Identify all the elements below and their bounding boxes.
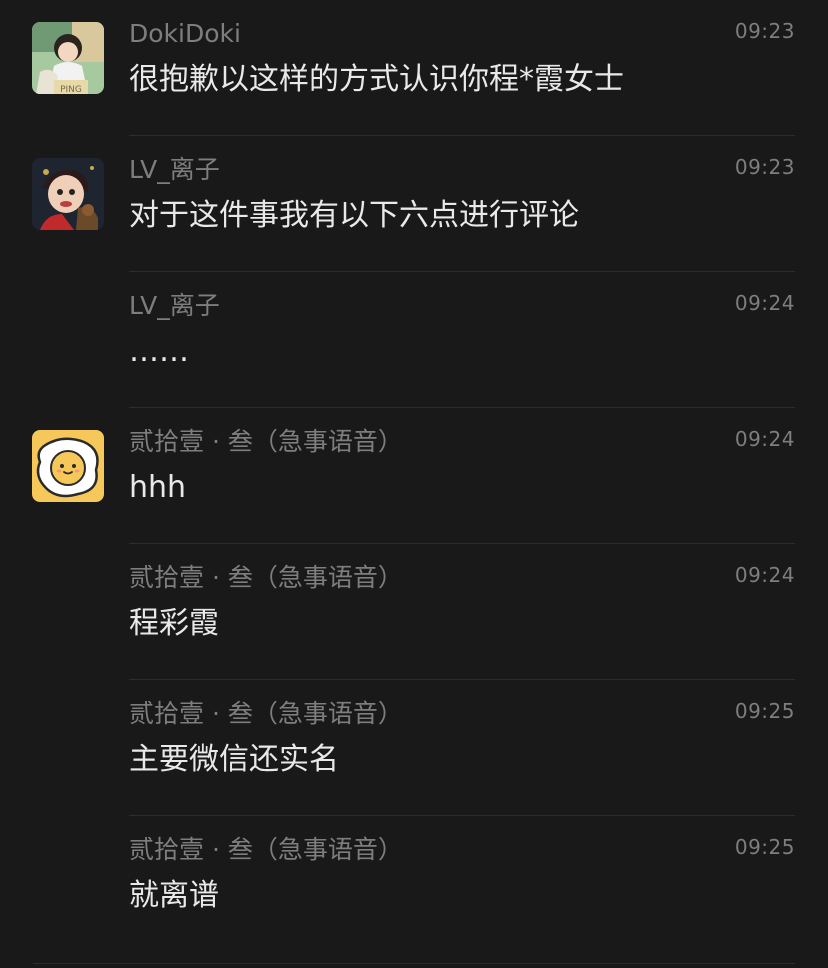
message-time: 09:23 [734,19,795,43]
message-time: 09:25 [734,699,795,723]
chat-message-list: PING DokiDoki 09:23 很抱歉以这样的方式认识你程*霞女士 LV… [0,0,828,968]
anime-girl-avatar-icon: PING [32,22,104,94]
sender-name: 贰拾壹 · 叁（急事语音） [129,563,403,592]
message-time: 09:24 [734,291,795,315]
message-item[interactable]: 贰拾壹 · 叁（急事语音） 09:25 主要微信还实名 [0,680,828,816]
message-text: 就离谱 [129,878,219,913]
message-item[interactable]: 贰拾壹 · 叁（急事语音） 09:24 hhh [0,408,828,544]
message-time: 09:24 [734,427,795,451]
sender-name: LV_离子 [129,291,220,320]
message-text: 很抱歉以这样的方式认识你程*霞女士 [129,62,624,97]
message-time: 09:23 [734,155,795,179]
sender-name: LV_离子 [129,155,220,184]
message-text: …… [129,334,189,369]
svg-text:PING: PING [60,85,82,94]
message-item[interactable]: 贰拾壹 · 叁（急事语音） 09:25 就离谱 [0,816,828,952]
divider [33,963,795,964]
message-item[interactable]: PING DokiDoki 09:23 很抱歉以这样的方式认识你程*霞女士 [0,0,828,136]
message-time: 09:25 [734,835,795,859]
avatar[interactable] [32,430,104,502]
message-item[interactable]: LV_离子 09:23 对于这件事我有以下六点进行评论 [0,136,828,272]
avatar[interactable]: PING [32,22,104,94]
sender-name: 贰拾壹 · 叁（急事语音） [129,427,403,456]
message-text: 程彩霞 [129,606,219,641]
message-item[interactable]: 贰拾壹 · 叁（急事语音） 09:24 程彩霞 [0,544,828,680]
fried-egg-avatar-icon [32,430,104,502]
sender-name: 贰拾壹 · 叁（急事语音） [129,699,403,728]
avatar[interactable] [32,158,104,230]
message-text: 对于这件事我有以下六点进行评论 [129,198,579,233]
cartoon-face-avatar-icon [32,158,104,230]
message-item[interactable]: LV_离子 09:24 …… [0,272,828,408]
message-text: hhh [129,470,187,505]
sender-name: DokiDoki [129,19,241,48]
message-text: 主要微信还实名 [129,742,339,777]
message-time: 09:24 [734,563,795,587]
sender-name: 贰拾壹 · 叁（急事语音） [129,835,403,864]
